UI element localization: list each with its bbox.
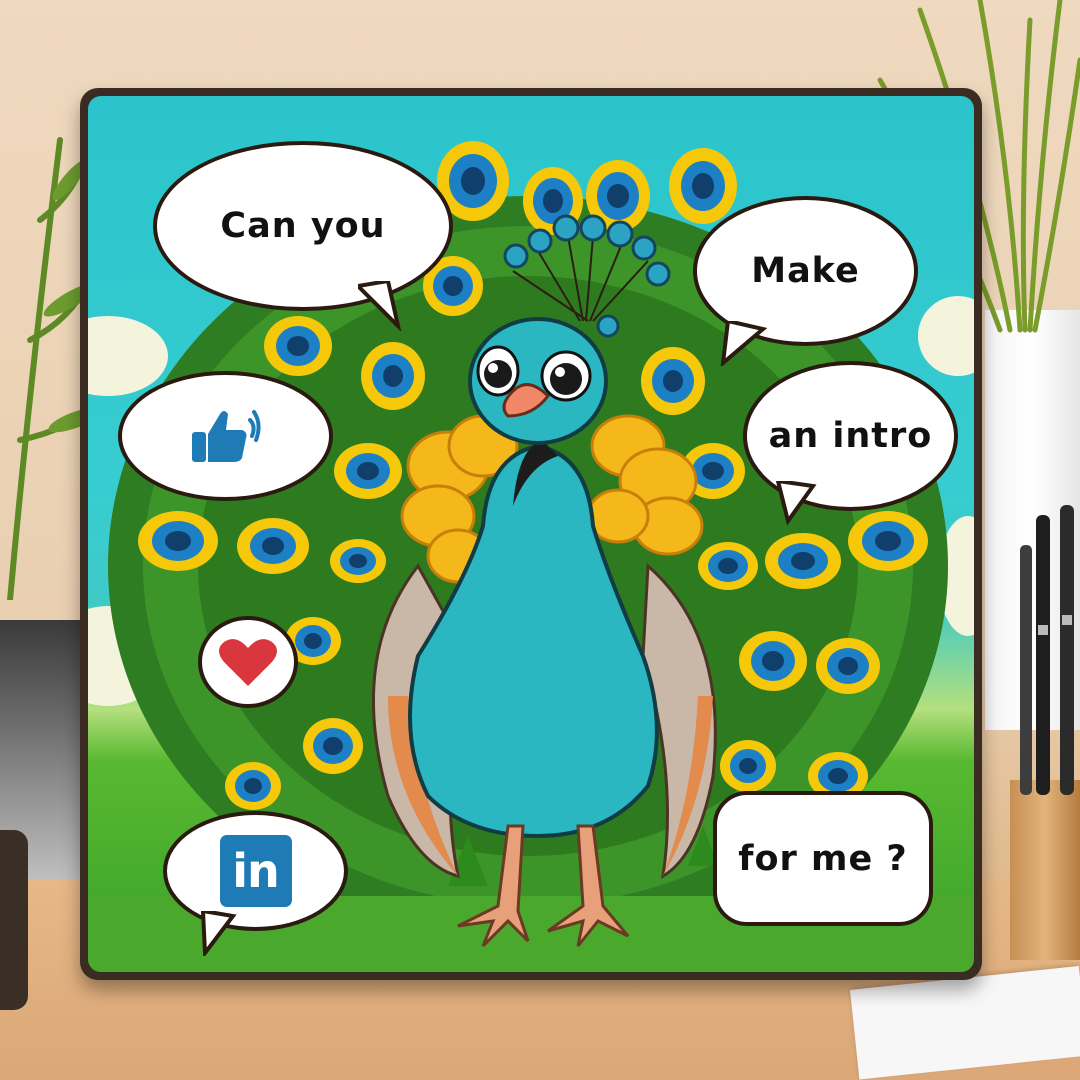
pen-cup	[1010, 780, 1080, 960]
pens	[1020, 505, 1074, 795]
speech-bubble-tail	[358, 281, 402, 331]
speech-bubble-thumbs	[118, 371, 333, 501]
speech-bubble-for-me: for me ?	[713, 791, 933, 926]
linkedin-icon-text: in	[232, 844, 280, 898]
speech-bubble-can-you: Can you	[153, 141, 453, 311]
speech-bubble-heart	[198, 616, 298, 708]
speech-bubble-linkedin: in	[163, 811, 348, 931]
speech-bubble-tail	[720, 321, 768, 366]
illustration-scene: Can you Make an intro in for me ?	[88, 96, 974, 972]
bubble-text-for-me: for me ?	[738, 838, 908, 879]
heart-icon	[219, 639, 277, 686]
illustration-frame: Can you Make an intro in for me ?	[80, 88, 982, 980]
speech-bubble-tail	[775, 481, 817, 526]
bubble-text-can-you: Can you	[220, 206, 386, 246]
bubble-text-an-intro: an intro	[768, 416, 933, 456]
speech-bubble-tail	[200, 911, 237, 956]
linkedin-icon: in	[219, 835, 292, 907]
bubble-text-make: Make	[751, 251, 860, 291]
thumbs-up-icon	[191, 410, 261, 462]
phone	[0, 830, 28, 1010]
